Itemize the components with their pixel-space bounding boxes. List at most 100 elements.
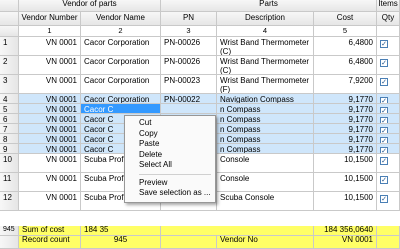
cell-qty[interactable]: ✓ [377, 192, 400, 211]
cell-cost[interactable]: 6,4800 [314, 37, 377, 56]
row-checkbox[interactable]: ✓ [380, 78, 388, 86]
row-header[interactable]: 8 [0, 134, 19, 144]
cell-pn[interactable]: PN-00022 [161, 94, 217, 104]
cell-cost[interactable]: 9,1770 [314, 104, 377, 114]
cell-vendor-name[interactable]: Cacor Corporation [81, 56, 161, 75]
header-description[interactable]: Description [217, 12, 314, 26]
cell-description[interactable]: n Compass [217, 124, 314, 134]
menu-item-paste[interactable]: Paste [125, 139, 215, 150]
cell-description[interactable]: Wrist Band Thermometer (C) [217, 37, 314, 56]
cell-description[interactable]: Navigation Compass [217, 94, 314, 104]
col-index-3[interactable]: 3 [161, 26, 217, 37]
cell-vendor-name[interactable]: Cacor C [81, 104, 161, 114]
row-checkbox[interactable]: ✓ [380, 157, 388, 165]
cell-vendor-number[interactable]: VN 0001 [19, 104, 81, 114]
col-index-4[interactable]: 4 [217, 26, 314, 37]
col-index-qty[interactable] [377, 26, 400, 37]
cell-qty[interactable]: ✓ [377, 144, 400, 154]
menu-item-select-all[interactable]: Select All [125, 160, 215, 171]
cell-description[interactable]: n Compass [217, 144, 314, 154]
col-index-2[interactable]: 2 [81, 26, 161, 37]
cell-cost[interactable]: 9,1770 [314, 114, 377, 124]
row-header[interactable]: 5 [0, 104, 19, 114]
row-header[interactable]: 7 [0, 124, 19, 134]
cell-cost[interactable]: 10,1500 [314, 154, 377, 173]
row-header[interactable]: 6 [0, 114, 19, 124]
cell-cost[interactable]: 7,9200 [314, 75, 377, 94]
row-header[interactable]: 1 [0, 37, 19, 56]
cell-description[interactable]: Wrist Band Thermometer (C) [217, 56, 314, 75]
row-checkbox[interactable]: ✓ [380, 40, 388, 48]
menu-item-delete[interactable]: Delete [125, 150, 215, 161]
cell-qty[interactable]: ✓ [377, 124, 400, 134]
cell-qty[interactable]: ✓ [377, 75, 400, 94]
cell-vendor-number[interactable]: VN 0001 [19, 37, 81, 56]
cell-qty[interactable]: ✓ [377, 173, 400, 192]
cell-qty[interactable]: ✓ [377, 37, 400, 56]
row-header[interactable]: 3 [0, 75, 19, 94]
cell-vendor-number[interactable]: VN 0001 [19, 114, 81, 124]
cell-vendor-number[interactable]: VN 0001 [19, 75, 81, 94]
cell-pn[interactable] [161, 104, 217, 114]
row-checkbox[interactable]: ✓ [380, 117, 388, 123]
cell-description[interactable]: n Compass [217, 134, 314, 144]
menu-item-cut[interactable]: Cut [125, 118, 215, 129]
cell-description[interactable]: Scuba Console [217, 192, 314, 211]
header-qty[interactable]: Qty [377, 12, 400, 26]
cell-vendor-number[interactable]: VN 0001 [19, 56, 81, 75]
cell-qty[interactable]: ✓ [377, 104, 400, 114]
cell-cost[interactable]: 9,1770 [314, 134, 377, 144]
row-checkbox[interactable]: ✓ [380, 127, 388, 133]
menu-item-copy[interactable]: Copy [125, 129, 215, 140]
cell-description[interactable]: n Compass [217, 114, 314, 124]
cell-vendor-number[interactable]: VN 0001 [19, 144, 81, 154]
cell-description[interactable]: Console [217, 173, 314, 192]
row-header[interactable]: 10 [0, 154, 19, 173]
row-header[interactable]: 4 [0, 94, 19, 104]
menu-item-save-selection[interactable]: Save selection as ... [125, 188, 215, 199]
cell-pn[interactable]: PN-00026 [161, 56, 217, 75]
menu-item-preview[interactable]: Preview [125, 178, 215, 189]
cell-cost[interactable]: 9,1770 [314, 144, 377, 154]
row-checkbox[interactable]: ✓ [380, 147, 388, 153]
row-checkbox[interactable]: ✓ [380, 195, 388, 203]
row-header[interactable]: 12 [0, 192, 19, 211]
cell-cost[interactable]: 9,1770 [314, 124, 377, 134]
row-checkbox[interactable]: ✓ [380, 176, 388, 184]
cell-qty[interactable]: ✓ [377, 114, 400, 124]
corner-header[interactable] [0, 12, 19, 26]
cell-cost[interactable]: 6,4800 [314, 56, 377, 75]
cell-qty[interactable]: ✓ [377, 56, 400, 75]
header-vendor-number[interactable]: Vendor Number [19, 12, 81, 26]
cell-pn[interactable]: PN-00026 [161, 37, 217, 56]
cell-vendor-number[interactable]: VN 0001 [19, 154, 81, 173]
cell-cost[interactable]: 10,1500 [314, 173, 377, 192]
row-checkbox[interactable]: ✓ [380, 97, 388, 103]
cell-vendor-name[interactable]: Cacor Corporation [81, 94, 161, 104]
row-header[interactable]: 11 [0, 173, 19, 192]
row-header[interactable]: 9 [0, 144, 19, 154]
cell-description[interactable]: Wrist Band Thermometer (F) [217, 75, 314, 94]
row-header[interactable]: 2 [0, 56, 19, 75]
cell-description[interactable]: Console [217, 154, 314, 173]
cell-qty[interactable]: ✓ [377, 94, 400, 104]
cell-vendor-number[interactable]: VN 0001 [19, 94, 81, 104]
cell-vendor-number[interactable]: VN 0001 [19, 192, 81, 211]
cell-qty[interactable]: ✓ [377, 154, 400, 173]
cell-vendor-name[interactable]: Cacor Corporation [81, 37, 161, 56]
row-checkbox[interactable]: ✓ [380, 137, 388, 143]
row-checkbox[interactable]: ✓ [380, 59, 388, 67]
cell-qty[interactable]: ✓ [377, 134, 400, 144]
cell-description[interactable]: n Compass [217, 104, 314, 114]
row-checkbox[interactable]: ✓ [380, 107, 388, 113]
cell-vendor-number[interactable]: VN 0001 [19, 124, 81, 134]
header-pn[interactable]: PN [161, 12, 217, 26]
header-vendor-name[interactable]: Vendor Name [81, 12, 161, 26]
cell-pn[interactable]: PN-00023 [161, 75, 217, 94]
cell-cost[interactable]: 10,1500 [314, 192, 377, 211]
header-cost[interactable]: Cost [314, 12, 377, 26]
col-index-5[interactable]: 5 [314, 26, 377, 37]
cell-vendor-number[interactable]: VN 0001 [19, 134, 81, 144]
cell-vendor-name[interactable]: Cacor Corporation [81, 75, 161, 94]
col-index-1[interactable]: 1 [19, 26, 81, 37]
